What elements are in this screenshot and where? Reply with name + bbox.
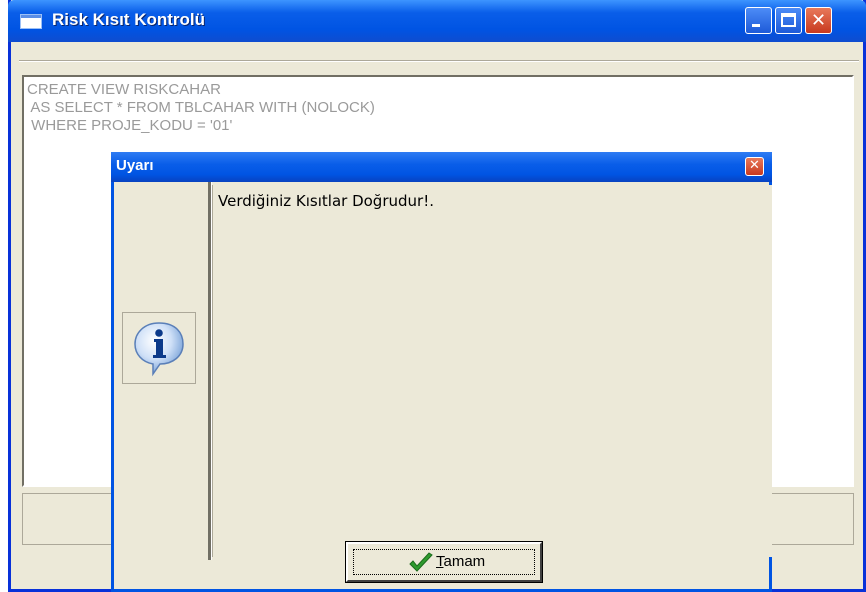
dialog-close-button[interactable]: ✕ bbox=[745, 157, 764, 176]
toolbar-separator bbox=[19, 60, 859, 62]
close-icon: ✕ bbox=[810, 10, 827, 31]
close-button[interactable]: ✕ bbox=[805, 7, 832, 34]
editor-line: CREATE VIEW RISKCAHAR bbox=[27, 81, 221, 98]
window-app-icon bbox=[20, 14, 42, 29]
dialog-title: Uyarı bbox=[116, 157, 154, 174]
ok-button[interactable]: Tamam bbox=[345, 541, 543, 583]
title-bar[interactable]: Risk Kısıt Kontrolü ✕ bbox=[8, 0, 866, 42]
window-title: Risk Kısıt Kontrolü bbox=[52, 10, 206, 29]
close-icon: ✕ bbox=[749, 158, 760, 173]
message-area: Verdiğiniz Kısıtlar Doğrudur!. bbox=[212, 185, 772, 557]
checkmark-icon bbox=[409, 552, 433, 572]
ok-button-label: Tamam bbox=[436, 553, 486, 570]
information-icon-frame bbox=[122, 312, 196, 384]
minimize-button[interactable] bbox=[745, 7, 772, 34]
warning-dialog: Uyarı ✕ Verdiğiniz Kısıtlar Doğrudur!. T… bbox=[111, 152, 772, 592]
maximize-button[interactable] bbox=[775, 7, 802, 34]
message-text: Verdiğiniz Kısıtlar Doğrudur!. bbox=[218, 192, 434, 210]
dialog-title-bar[interactable]: Uyarı ✕ bbox=[111, 152, 772, 182]
editor-line: AS SELECT * FROM TBLCAHAR WITH (NOLOCK) bbox=[27, 99, 375, 116]
information-icon bbox=[134, 322, 184, 377]
editor-line: WHERE PROJE_KODU = '01' bbox=[27, 117, 233, 134]
